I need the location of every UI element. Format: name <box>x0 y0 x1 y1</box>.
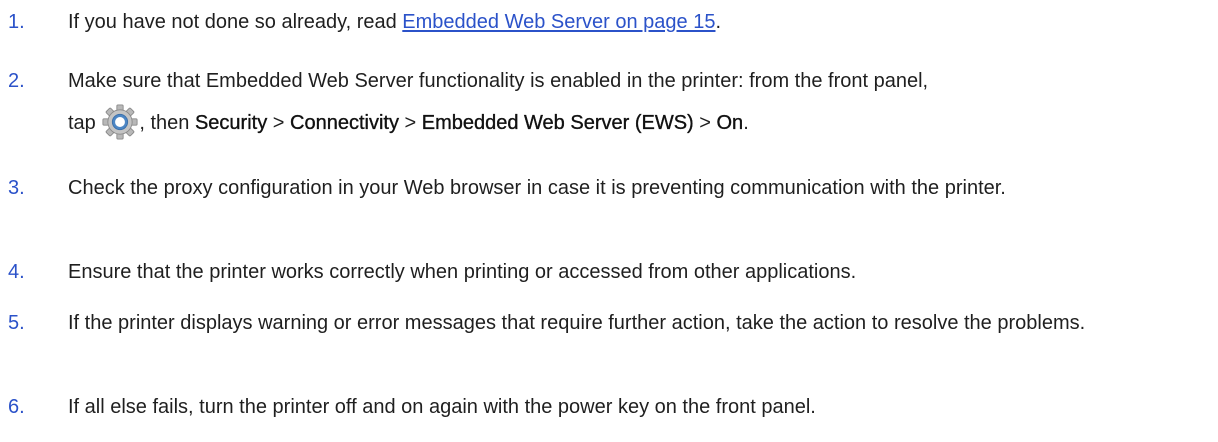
troubleshooting-steps: 1. If you have not done so already, read… <box>0 0 1218 442</box>
menu-path-connectivity: Connectivity <box>290 112 399 134</box>
menu-path-ews: Embedded Web Server (EWS) <box>421 112 694 134</box>
settings-gear-icon <box>102 104 138 140</box>
step-text: If you have not done so already, read Em… <box>68 6 1208 38</box>
path-separator: > <box>693 112 717 134</box>
step-number: 5. <box>8 312 25 334</box>
step-number: 3. <box>8 177 25 199</box>
embedded-web-server-link[interactable]: Embedded Web Server on page 15 <box>402 11 715 33</box>
step-text: Make sure that Embedded Web Server funct… <box>68 65 1208 143</box>
step-text-after: . <box>715 11 722 33</box>
step-text-line: Make sure that Embedded Web Server funct… <box>68 70 929 92</box>
menu-path-security: Security <box>194 112 268 134</box>
step-text-end: . <box>743 112 749 134</box>
step-text: If the printer displays warning or error… <box>68 312 1086 334</box>
step-text-path-line: tap , then Security > Connectivity > Emb… <box>68 103 1208 143</box>
step-text: Ensure that the printer works correctly … <box>68 261 857 283</box>
path-separator: > <box>398 112 422 134</box>
then-text: , then <box>139 112 195 134</box>
step-text-before: If you have not done so already, read <box>68 11 403 33</box>
step-number: 2. <box>8 70 25 92</box>
step-text: If all else fails, turn the printer off … <box>68 396 816 418</box>
path-separator: > <box>267 112 291 134</box>
menu-path-on: On <box>716 112 744 134</box>
step-number: 1. <box>8 11 25 33</box>
step-text: Check the proxy configuration in your We… <box>68 177 1006 199</box>
tap-text: tap <box>68 112 102 134</box>
step-number: 4. <box>8 261 25 283</box>
step-number: 6. <box>8 396 25 418</box>
